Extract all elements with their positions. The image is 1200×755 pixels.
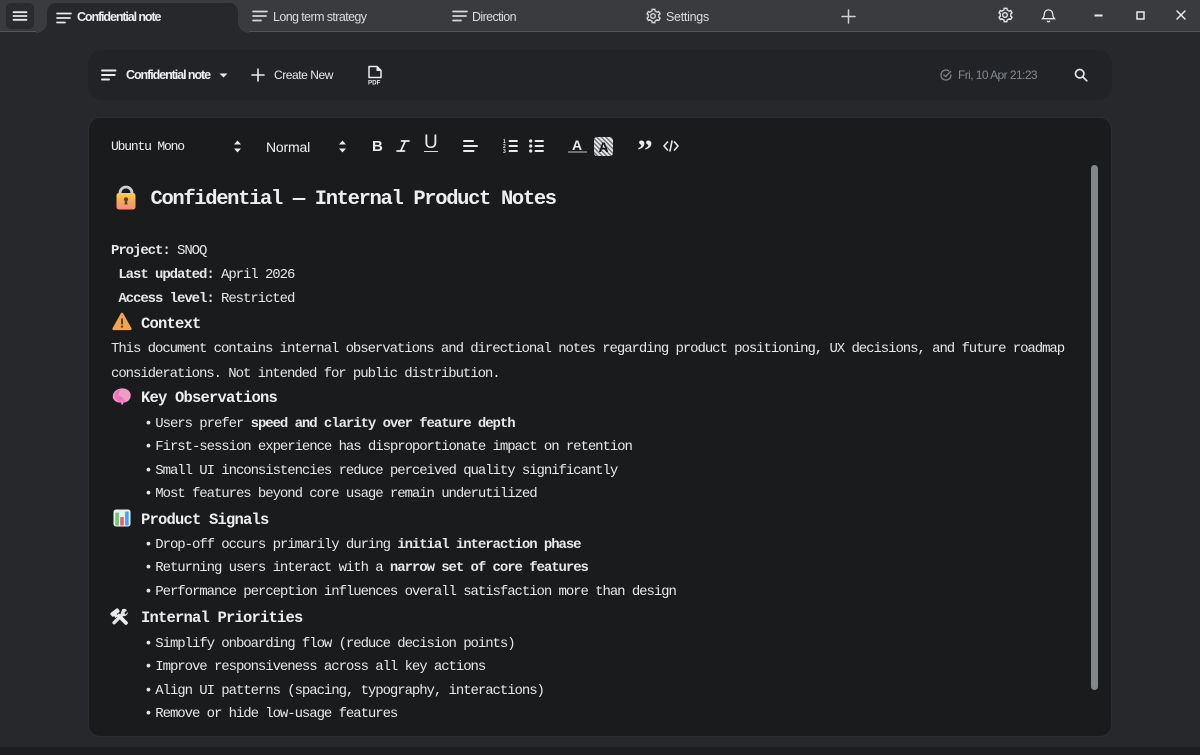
svg-text:PDF: PDF	[368, 80, 381, 86]
svg-text:3: 3	[503, 149, 506, 153]
